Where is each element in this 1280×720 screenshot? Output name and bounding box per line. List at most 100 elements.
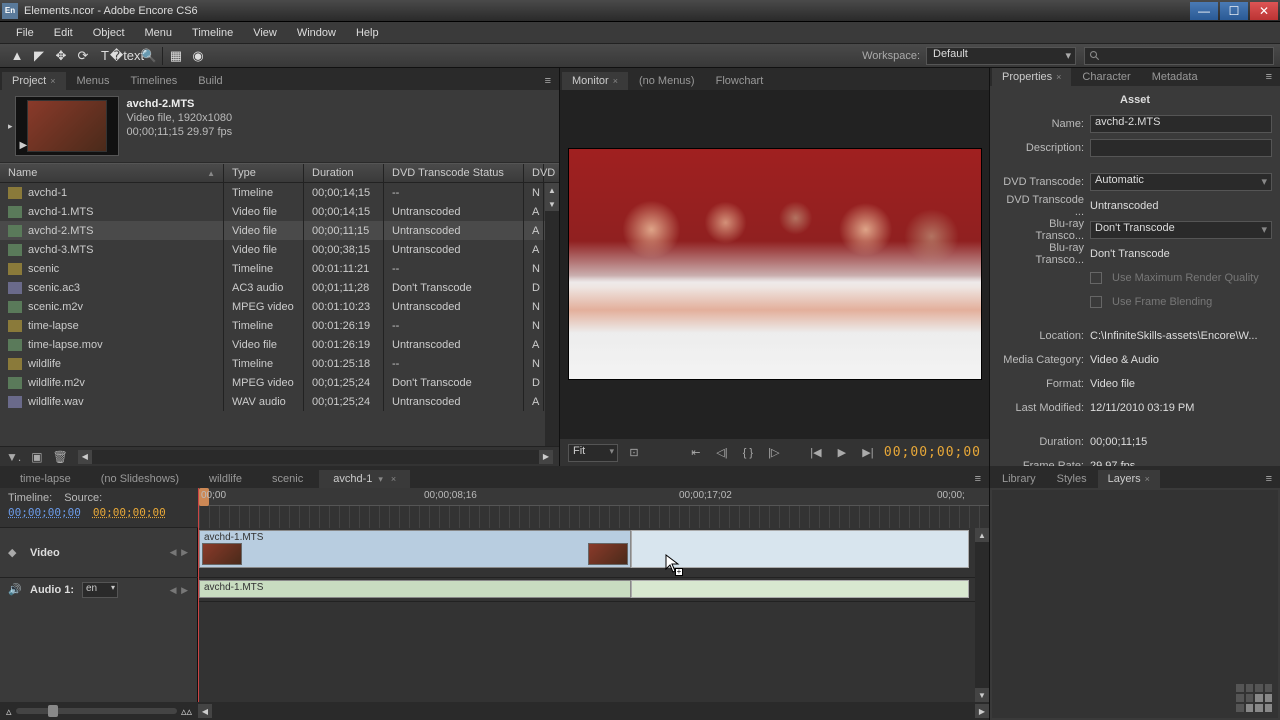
hscroll-left-icon[interactable]: ◀	[78, 450, 92, 464]
tab-layers[interactable]: Layers×	[1098, 470, 1160, 488]
zoom-slider[interactable]: ▵ ▵▵	[0, 702, 198, 720]
scroll-up-icon[interactable]: ▲	[545, 183, 559, 197]
preview-tool-icon[interactable]: ◉	[187, 46, 209, 66]
selection-tool-icon[interactable]: ▲	[6, 46, 28, 66]
safe-area-icon[interactable]: ⊡	[624, 444, 644, 462]
table-row[interactable]: time-lapseTimeline00:01:26:19--N	[0, 316, 559, 335]
tab-no-menus[interactable]: (no Menus)	[629, 72, 705, 90]
timeline-ruler[interactable]: 00;00 00;00;08;16 00;00;17;02 00;00;	[198, 488, 989, 527]
table-row[interactable]: avchd-1Timeline00;00;14;15--N	[0, 183, 559, 202]
menu-window[interactable]: Window	[287, 24, 346, 42]
table-row[interactable]: avchd-1.MTSVideo file00;00;14;15Untransc…	[0, 202, 559, 221]
filter-icon[interactable]: ▼.	[6, 450, 21, 464]
table-row[interactable]: time-lapse.movVideo file00:01:26:19Untra…	[0, 335, 559, 354]
video-clip-empty[interactable]	[631, 530, 969, 568]
audio-clip[interactable]: avchd-1.MTS	[199, 580, 631, 598]
maximize-button[interactable]: ☐	[1220, 2, 1248, 20]
panel-menu-icon[interactable]: ≡	[537, 72, 559, 90]
table-row[interactable]: scenicTimeline00:01:11:21--N	[0, 259, 559, 278]
monitor-timecode[interactable]: 00;00;00;00	[884, 445, 981, 460]
hscroll-right-icon[interactable]: ▶	[539, 450, 553, 464]
prop-bluray-transcode-dropdown[interactable]: Don't Transcode	[1090, 221, 1272, 239]
tab-flowchart[interactable]: Flowchart	[706, 72, 774, 90]
next-button[interactable]: ▶|	[858, 444, 878, 462]
resize-grip-icon[interactable]	[1236, 684, 1272, 712]
col-type[interactable]: Type	[224, 164, 304, 182]
edit-menu-tool-icon[interactable]: ▦	[165, 46, 187, 66]
frame-fwd-icon[interactable]: |▷	[764, 444, 784, 462]
move-tool-icon[interactable]: ✥	[50, 46, 72, 66]
menu-edit[interactable]: Edit	[44, 24, 83, 42]
fit-dropdown[interactable]: Fit	[568, 444, 618, 462]
audio-clip-empty[interactable]	[631, 580, 969, 598]
tab-build[interactable]: Build	[188, 72, 232, 90]
eye-icon[interactable]: ◆	[8, 546, 22, 560]
table-row[interactable]: wildlifeTimeline00:01:25:18--N	[0, 354, 559, 373]
search-input[interactable]	[1084, 47, 1274, 65]
frame-back-icon[interactable]: ◁|	[712, 444, 732, 462]
scroll-down-icon[interactable]: ▼	[545, 197, 559, 211]
tab-metadata[interactable]: Metadata	[1142, 68, 1208, 86]
timeline-tc[interactable]: 00;00;00;00	[8, 506, 81, 519]
step-back-icon[interactable]: ⇤	[686, 444, 706, 462]
tltab-scenic[interactable]: scenic	[258, 470, 317, 488]
tltab-no-slideshows[interactable]: (no Slideshows)	[87, 470, 193, 488]
tab-styles[interactable]: Styles	[1047, 470, 1097, 488]
tltab-time-lapse[interactable]: time-lapse	[6, 470, 85, 488]
prop-name-input[interactable]: avchd-2.MTS	[1090, 115, 1272, 133]
close-button[interactable]: ✕	[1250, 2, 1278, 20]
tltab-wildlife[interactable]: wildlife	[195, 470, 256, 488]
col-name[interactable]: Name▲	[0, 164, 224, 182]
prop-desc-input[interactable]	[1090, 139, 1272, 157]
asset-thumbnail[interactable]: ▶	[15, 96, 119, 156]
minimize-button[interactable]: —	[1190, 2, 1218, 20]
menu-help[interactable]: Help	[346, 24, 389, 42]
col-dvd-status[interactable]: DVD Transcode Status	[384, 164, 524, 182]
source-tc[interactable]: 00;00;00;00	[93, 506, 166, 519]
tab-menus[interactable]: Menus	[67, 72, 120, 90]
hscroll-left-icon[interactable]: ◀	[198, 704, 212, 718]
tab-properties[interactable]: Properties×	[992, 68, 1071, 86]
prop-dvd-transcode-dropdown[interactable]: Automatic	[1090, 173, 1272, 191]
zoom-in-icon[interactable]: ▵▵	[181, 705, 192, 718]
video-clip[interactable]: avchd-1.MTS	[199, 530, 631, 568]
panel-menu-icon[interactable]: ≡	[1258, 68, 1280, 86]
table-row[interactable]: wildlife.wavWAV audio00;01;25;24Untransc…	[0, 392, 559, 411]
hscroll-track[interactable]	[92, 450, 539, 464]
new-item-icon[interactable]: ▣	[31, 450, 42, 464]
panel-menu-icon[interactable]: ≡	[967, 470, 989, 488]
speaker-icon[interactable]: 🔊	[8, 583, 22, 597]
col-dvd[interactable]: DVD	[524, 164, 544, 182]
zoom-out-icon[interactable]: ▵	[6, 705, 12, 718]
track-nav-icon[interactable]: ◀ ▶	[170, 585, 189, 596]
marker-icon[interactable]: { }	[738, 444, 758, 462]
workspace-dropdown[interactable]: Default	[926, 47, 1076, 65]
col-duration[interactable]: Duration	[304, 164, 384, 182]
grid-vscroll[interactable]: ▲ ▼	[545, 183, 559, 446]
menu-object[interactable]: Object	[83, 24, 135, 42]
menu-menu[interactable]: Menu	[135, 24, 183, 42]
tab-library[interactable]: Library	[992, 470, 1046, 488]
audio-lang-dropdown[interactable]: en	[82, 582, 118, 598]
vertical-text-tool-icon[interactable]: �text	[116, 46, 138, 66]
menu-timeline[interactable]: Timeline	[182, 24, 243, 42]
expand-icon[interactable]: ▸	[8, 121, 13, 132]
table-row[interactable]: avchd-2.MTSVideo file00;00;11;15Untransc…	[0, 221, 559, 240]
tab-project[interactable]: Project×	[2, 72, 66, 90]
hscroll-track[interactable]	[212, 704, 975, 718]
timeline-vscroll[interactable]: ▲▼	[975, 528, 989, 702]
menu-file[interactable]: File	[6, 24, 44, 42]
play-button[interactable]: ▶	[832, 444, 852, 462]
panel-menu-icon[interactable]: ≡	[1258, 470, 1280, 488]
table-row[interactable]: scenic.m2vMPEG video00:01:10:23Untransco…	[0, 297, 559, 316]
direct-select-tool-icon[interactable]: ◤	[28, 46, 50, 66]
table-row[interactable]: scenic.ac3AC3 audio00;01;11;28Don't Tran…	[0, 278, 559, 297]
prev-button[interactable]: |◀	[806, 444, 826, 462]
menu-view[interactable]: View	[243, 24, 287, 42]
tltab-avchd-1[interactable]: avchd-1▾×	[319, 470, 410, 488]
table-row[interactable]: wildlife.m2vMPEG video00;01;25;24Don't T…	[0, 373, 559, 392]
tab-monitor[interactable]: Monitor×	[562, 72, 628, 90]
tab-character[interactable]: Character	[1072, 68, 1140, 86]
play-icon[interactable]: ▶	[20, 140, 28, 151]
hscroll-right-icon[interactable]: ▶	[975, 704, 989, 718]
